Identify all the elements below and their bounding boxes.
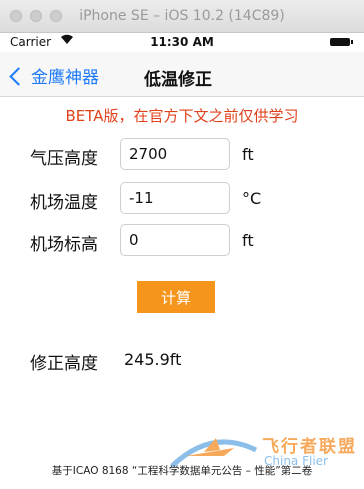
- battery-icon: [330, 38, 353, 46]
- airport-temperature-row: 机场温度 °C: [0, 182, 364, 216]
- window-title: iPhone SE – iOS 10.2 (14C89): [79, 8, 285, 24]
- corrected-altitude-label: 修正高度: [30, 354, 98, 374]
- corrected-altitude-value: 245.9ft: [124, 350, 182, 369]
- back-button-label: 金鹰神器: [31, 68, 99, 88]
- status-bar: Carrier 11:30 AM: [0, 32, 364, 52]
- airport-elevation-label: 机场标高: [30, 235, 98, 255]
- pressure-altitude-label: 气压高度: [30, 149, 98, 169]
- pressure-altitude-unit: ft: [242, 145, 254, 164]
- pressure-altitude-input[interactable]: [120, 138, 230, 170]
- airport-temperature-input[interactable]: [120, 182, 230, 214]
- page-title: 低温修正: [144, 70, 212, 90]
- pressure-altitude-row: 气压高度 ft: [0, 138, 364, 172]
- airport-elevation-input[interactable]: [120, 224, 230, 256]
- navigation-bar: 金鹰神器 低温修正: [0, 52, 364, 97]
- airport-temperature-label: 机场温度: [30, 193, 98, 213]
- airport-elevation-row: 机场标高 ft: [0, 224, 364, 258]
- reference-footer: 基于ICAO 8168 “工程科学数据单元公告 – 性能”第二卷: [51, 465, 313, 477]
- status-time: 11:30 AM: [150, 35, 214, 49]
- chevron-left-icon: [9, 66, 28, 86]
- simulator-titlebar: iPhone SE – iOS 10.2 (14C89): [0, 0, 364, 33]
- back-button[interactable]: 金鹰神器: [9, 63, 99, 88]
- calculate-button[interactable]: 计算: [137, 281, 215, 313]
- airport-elevation-unit: ft: [242, 231, 254, 250]
- beta-notice: BETA版，在官方下文之前仅供学习: [65, 107, 299, 125]
- airport-temperature-unit: °C: [242, 189, 262, 208]
